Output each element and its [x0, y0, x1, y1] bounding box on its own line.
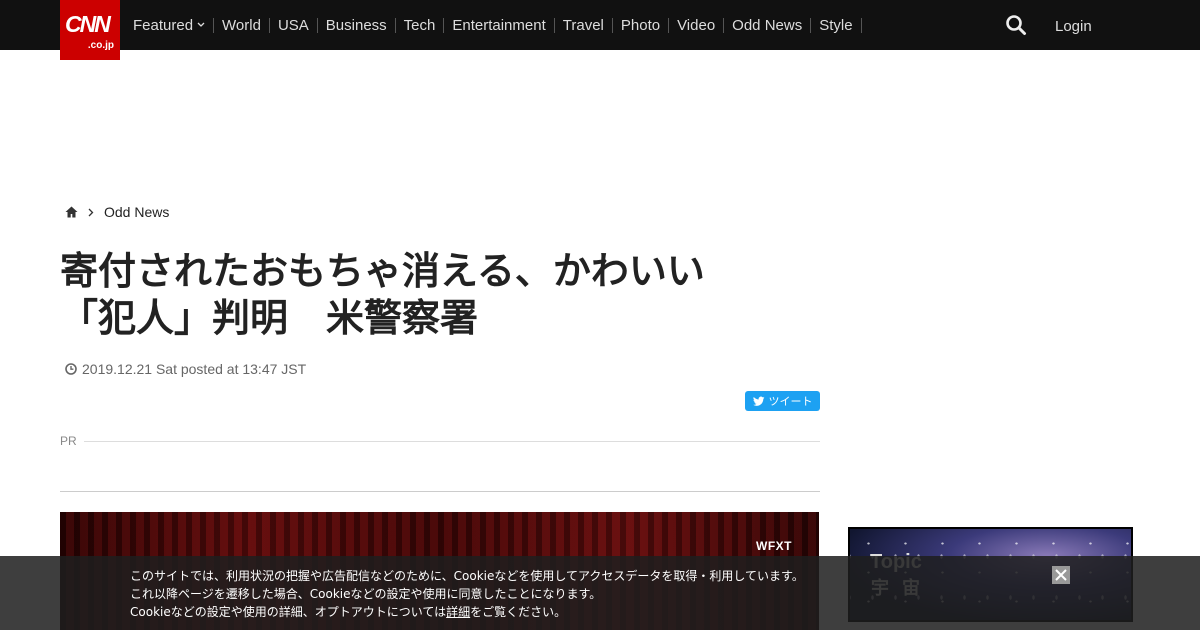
cookie-line-3-end: をご覧ください。	[470, 605, 567, 619]
nav-label: Featured	[133, 16, 194, 34]
logo-wordmark: CNN	[65, 11, 111, 37]
twitter-bird-icon	[752, 396, 764, 406]
cookie-details-link[interactable]: 詳細	[446, 605, 470, 619]
nav-item-world[interactable]: World	[214, 17, 270, 33]
dateline-text: 2019.12.21 Sat posted at 13:47 JST	[82, 361, 307, 377]
chevron-right-icon	[88, 208, 94, 216]
nav-item-odd-news[interactable]: Odd News	[724, 17, 812, 33]
title-line-1: 寄付されたおもちゃ消える、かわいい	[60, 249, 705, 293]
media-watermark: WFXT	[756, 539, 792, 553]
cookie-line-1: このサイトでは、利用状況の把握や広告配信などのために、Cookieなどを使用して…	[130, 569, 804, 583]
nav-item-travel[interactable]: Travel	[555, 17, 613, 33]
nav-item-business[interactable]: Business	[318, 17, 396, 33]
pr-line	[83, 440, 820, 442]
nav-item-photo[interactable]: Photo	[613, 17, 670, 33]
cookie-consent-banner: このサイトでは、利用状況の把握や広告配信などのために、Cookieなどを使用して…	[0, 556, 1200, 630]
nav-item-featured[interactable]: Featured	[125, 16, 215, 34]
nav-item-entertainment[interactable]: Entertainment	[444, 17, 555, 33]
search-icon[interactable]	[1005, 14, 1027, 36]
nav-item-usa[interactable]: USA	[270, 17, 318, 33]
logo-domain: .co.jp	[87, 40, 114, 51]
main-nav: Featured World USA Business Tech Enterta…	[125, 0, 862, 50]
breadcrumb: Odd News	[65, 204, 169, 220]
breadcrumb-section[interactable]: Odd News	[104, 204, 169, 220]
nav-item-tech[interactable]: Tech	[396, 17, 445, 33]
top-navigation-bar: Featured World USA Business Tech Enterta…	[0, 0, 1200, 50]
chevron-down-icon	[197, 22, 205, 27]
section-divider	[60, 491, 820, 492]
cnn-logo[interactable]: CNN .co.jp	[60, 0, 120, 60]
pr-label: PR	[60, 434, 77, 448]
article-dateline: 2019.12.21 Sat posted at 13:47 JST	[65, 361, 306, 377]
login-link[interactable]: Login	[1055, 18, 1092, 35]
close-icon[interactable]	[1052, 566, 1070, 584]
cookie-line-3: Cookieなどの設定や使用の詳細、オプトアウトについては	[130, 605, 447, 619]
nav-item-video[interactable]: Video	[669, 17, 725, 33]
cookie-text: このサイトでは、利用状況の把握や広告配信などのために、Cookieなどを使用して…	[130, 567, 804, 621]
title-line-2: 「犯人」判明 米警察署	[60, 296, 479, 340]
pr-divider: PR	[60, 434, 820, 448]
cookie-line-2: これ以降ページを遷移した場合、Cookieなどの設定や使用に同意したことになりま…	[130, 587, 602, 601]
nav-item-style[interactable]: Style	[811, 17, 862, 33]
home-icon[interactable]	[65, 206, 78, 218]
article-title: 寄付されたおもちゃ消える、かわいい 「犯人」判明 米警察署	[60, 248, 820, 342]
tweet-label: ツイート	[768, 396, 813, 408]
clock-icon	[65, 363, 77, 375]
tweet-button[interactable]: ツイート	[745, 391, 820, 411]
